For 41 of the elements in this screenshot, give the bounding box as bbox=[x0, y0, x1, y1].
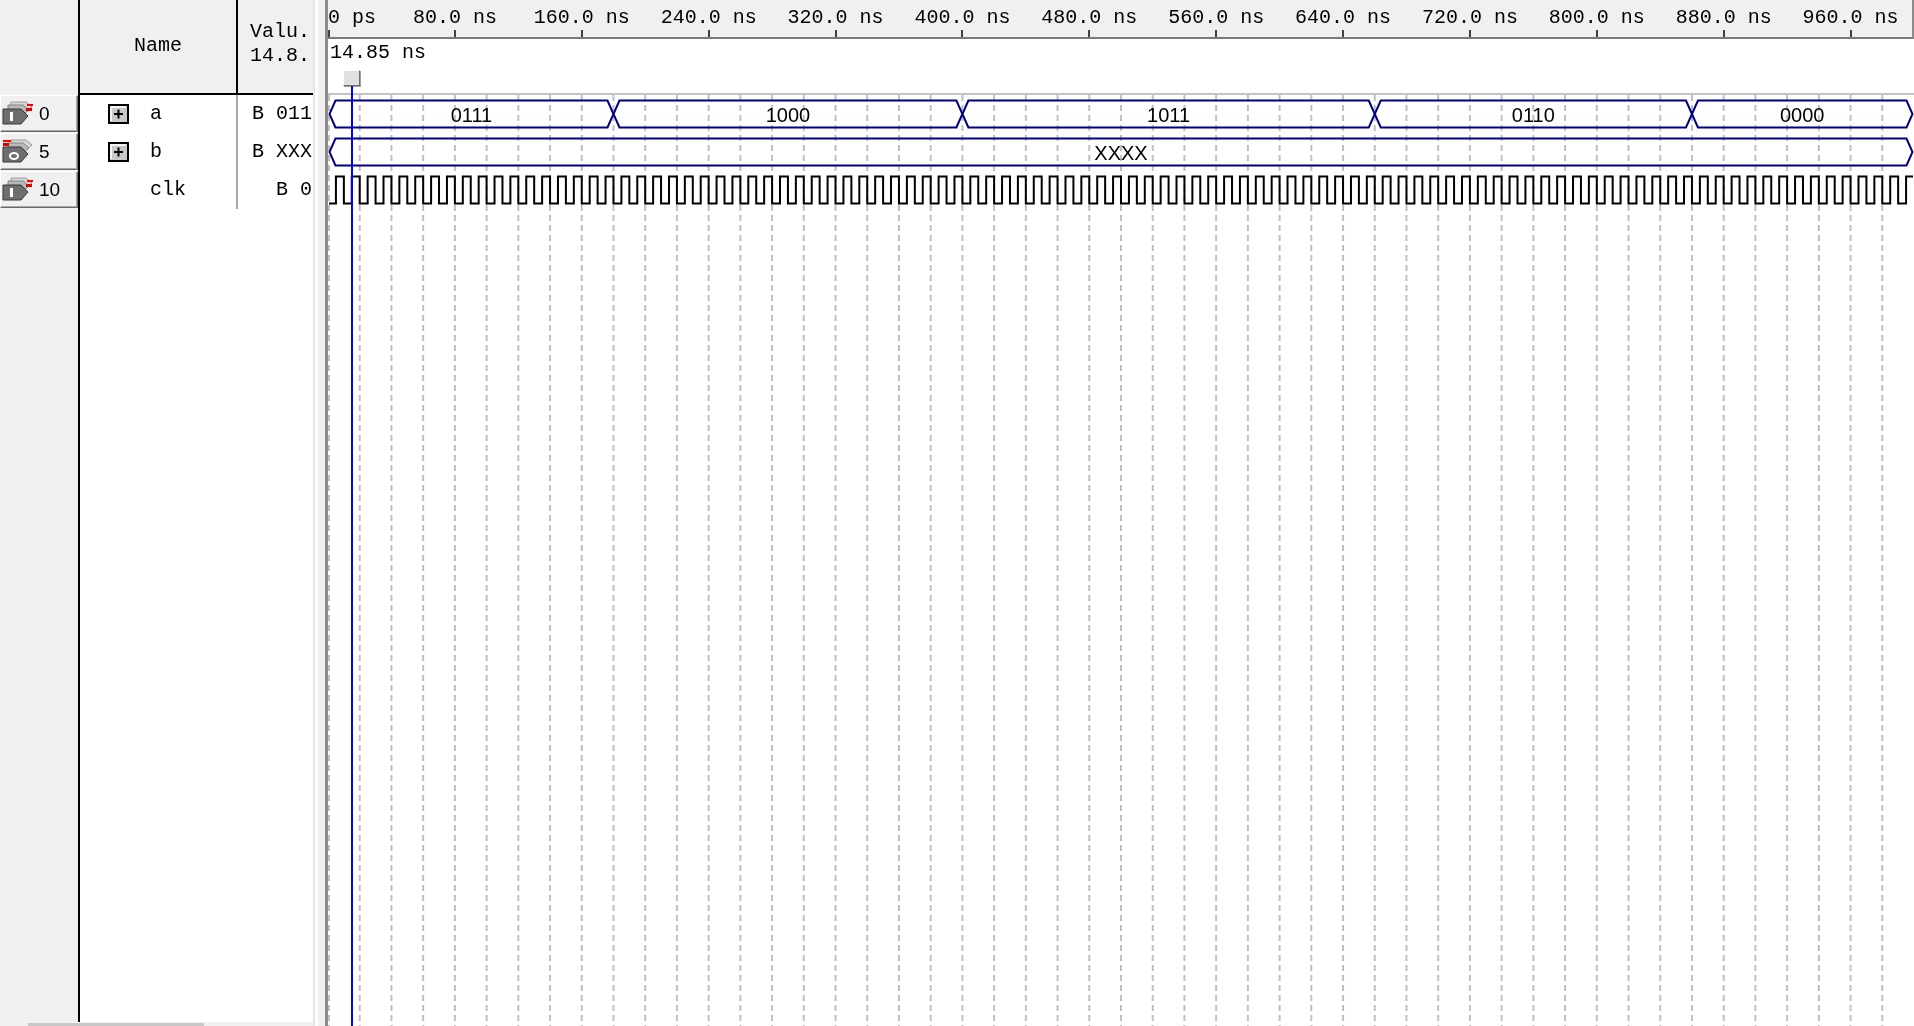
time-tick-label: 400.0 ns bbox=[914, 6, 1011, 30]
bus-value-label: 0111 bbox=[450, 104, 493, 126]
time-tick-label: 960.0 ns bbox=[1802, 6, 1899, 30]
plus-box-icon[interactable] bbox=[108, 142, 129, 162]
plus-box-icon[interactable] bbox=[108, 104, 129, 124]
time-tick-label: 320.0 ns bbox=[787, 6, 884, 30]
bus-value-label: 0110 bbox=[1511, 104, 1555, 126]
time-tick-label: 160.0 ns bbox=[533, 6, 630, 30]
signal-name: clk bbox=[150, 178, 186, 202]
time-tick-label: 560.0 ns bbox=[1168, 6, 1265, 30]
input-pin-icon bbox=[2, 177, 34, 202]
signal-value: B 0 bbox=[276, 178, 312, 202]
time-tick-label: 480.0 ns bbox=[1041, 6, 1138, 30]
time-tick-label: 80.0 ns bbox=[412, 6, 497, 30]
cursor-value-text: 14.8. bbox=[250, 44, 310, 68]
signal-value: B XXX bbox=[252, 140, 312, 164]
signal-name: b bbox=[150, 140, 162, 164]
cursor-line[interactable] bbox=[350, 86, 353, 1026]
signal-name: a bbox=[150, 102, 162, 126]
horizontal-scrollbar[interactable] bbox=[0, 1022, 313, 1026]
bus-value-label: 1011 bbox=[1147, 104, 1191, 126]
output-pin-icon bbox=[2, 139, 34, 164]
time-tick-label: 880.0 ns bbox=[1675, 6, 1772, 30]
bus-value-label: XXXX bbox=[1094, 142, 1148, 164]
bus-value-label: 1000 bbox=[765, 104, 811, 126]
time-tick-label: 800.0 ns bbox=[1548, 6, 1645, 30]
column-header: Name bbox=[80, 0, 238, 93]
time-tick-label: 0 ps bbox=[328, 6, 376, 30]
signal-index-button[interactable]: 5 bbox=[0, 133, 78, 170]
signal-value: B 011 bbox=[252, 102, 312, 126]
input-pin-icon bbox=[2, 101, 34, 126]
time-tick-label: 240.0 ns bbox=[660, 6, 757, 30]
pane-splitter[interactable] bbox=[318, 0, 328, 1026]
bus-value-label: 0000 bbox=[1780, 104, 1825, 126]
signal-index-button[interactable]: 0 bbox=[0, 95, 78, 132]
time-tick-label: 640.0 ns bbox=[1295, 6, 1392, 30]
cursor-handle[interactable] bbox=[343, 70, 361, 86]
cursor-time-label: 14.85 ns bbox=[330, 41, 426, 65]
signal-index-button[interactable]: 10 bbox=[0, 171, 78, 208]
time-tick-label: 720.0 ns bbox=[1421, 6, 1518, 30]
column-header-text: Valu. bbox=[250, 20, 310, 44]
